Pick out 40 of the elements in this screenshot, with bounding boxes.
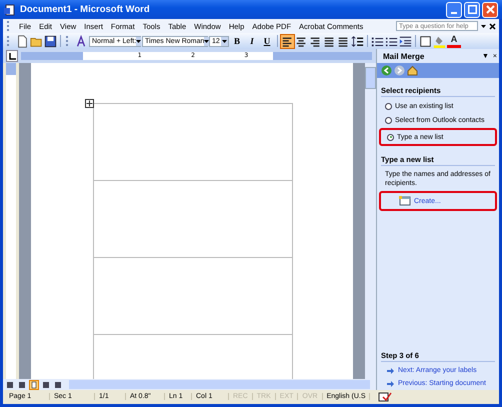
maximize-button[interactable]	[464, 2, 480, 18]
bold-button[interactable]: B	[230, 36, 244, 46]
align-left-icon[interactable]	[281, 34, 294, 48]
align-center-icon[interactable]	[295, 34, 308, 48]
task-pane-title: Mail Merge	[383, 52, 426, 60]
underline-button[interactable]: U	[260, 36, 274, 46]
align-right-icon[interactable]	[309, 34, 322, 48]
print-layout-icon[interactable]	[29, 380, 39, 390]
tab-selector-button[interactable]	[6, 50, 18, 62]
dropdown-arrow-icon	[204, 40, 210, 42]
forward-icon[interactable]	[394, 65, 405, 76]
indent-icon[interactable]	[399, 34, 412, 48]
close-icon	[486, 5, 494, 14]
document-icon	[4, 4, 16, 16]
maximize-icon	[468, 5, 476, 14]
close-button[interactable]	[482, 2, 498, 18]
dropdown-arrow-icon[interactable]	[481, 24, 486, 28]
minimize-icon	[451, 12, 457, 14]
styles-icon[interactable]	[75, 34, 88, 48]
align-distributed-icon[interactable]	[337, 34, 350, 48]
dropdown-arrow-icon	[136, 40, 142, 42]
save-icon[interactable]	[44, 34, 57, 48]
bulleted-list-icon[interactable]	[385, 34, 398, 48]
horizontal-scrollbar[interactable]	[69, 380, 370, 389]
numbered-list-icon[interactable]	[371, 34, 384, 48]
table-move-handle-icon[interactable]	[85, 99, 94, 108]
home-icon[interactable]	[407, 65, 418, 76]
vertical-scrollbar[interactable]	[365, 63, 376, 379]
back-icon[interactable]	[381, 65, 392, 76]
new-list-icon	[399, 196, 411, 206]
line-spacing-icon[interactable]	[351, 34, 364, 48]
close-icon[interactable]	[489, 22, 496, 30]
align-justify-icon[interactable]	[323, 34, 336, 48]
spelling-check-icon	[378, 392, 392, 402]
border-icon[interactable]	[419, 34, 432, 48]
window-title: Document1 - Microsoft Word	[20, 4, 151, 15]
italic-button[interactable]: I	[245, 36, 259, 46]
left-tab-icon	[8, 52, 16, 60]
dropdown-arrow-icon	[222, 40, 227, 42]
minimize-button[interactable]	[446, 2, 462, 18]
